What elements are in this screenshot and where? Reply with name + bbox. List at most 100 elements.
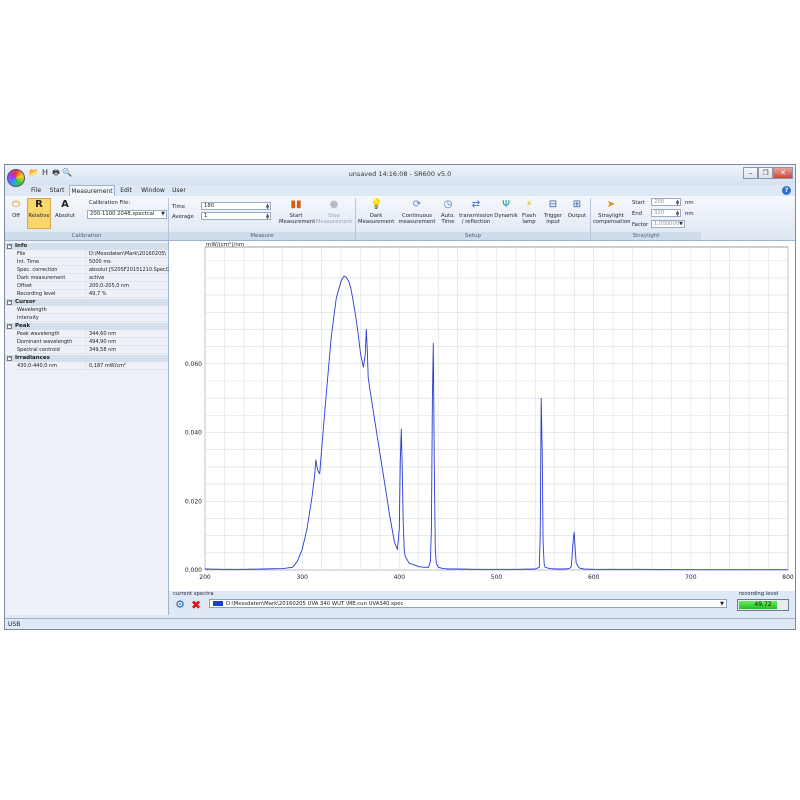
dark-measurement-label: Dark Measurement xyxy=(358,213,395,225)
straylight-start-value: 200 xyxy=(654,199,665,205)
property-key: Intensity xyxy=(17,315,39,321)
property-row: Wavelength xyxy=(15,307,168,314)
start-measurement-button[interactable]: ▮▮ Start Measurement xyxy=(279,199,315,229)
spinner-icon[interactable]: ▲ ▼ xyxy=(675,210,680,217)
calibration-absolut-button[interactable]: A Absolut xyxy=(53,199,77,229)
transmission-reflection-label: transmission / reflection xyxy=(459,213,493,225)
property-row: Offset 200,0-205,0 nm xyxy=(15,283,168,290)
trigger-input-label: Trigger input xyxy=(543,213,563,225)
tab-measurement[interactable]: Measurement xyxy=(69,185,115,196)
stop-measurement-button[interactable]: ● Stop Measurement xyxy=(315,199,353,229)
straylight-compensation-label: Straylight compensation xyxy=(593,213,631,225)
calibration-file-combo[interactable]: 200-1100 2048.spectcal ▼ xyxy=(87,210,167,219)
property-row: Recording level 49,7 % xyxy=(15,291,168,298)
average-input[interactable]: 1 ▲ ▼ xyxy=(201,212,271,220)
transmission-reflection-button[interactable]: ⇄ transmission / reflection xyxy=(459,199,493,229)
property-key: File xyxy=(17,251,26,257)
property-value: 0,187 mW/cm² xyxy=(85,363,171,370)
current-spectrum-select[interactable]: D:\Messdaten\Mark\20160205 UVA 340 WUT \… xyxy=(209,599,727,608)
time-value: 180 xyxy=(204,203,215,209)
window-title: unsaved 14:16:08 - SR600 v5.0 xyxy=(348,170,452,178)
spectrum-color-swatch xyxy=(213,601,223,606)
x-tick-label: 700 xyxy=(685,574,697,581)
relative-icon: R xyxy=(35,199,43,210)
x-tick-label: 400 xyxy=(394,574,406,581)
tab-file[interactable]: File xyxy=(27,185,45,196)
x-tick-label: 800 xyxy=(782,574,794,581)
close-button[interactable]: ✕ xyxy=(773,167,793,179)
straylight-end-value: 320 xyxy=(654,210,665,216)
tab-start[interactable]: Start xyxy=(47,185,67,196)
property-value: 49,7 % xyxy=(85,291,171,298)
straylight-end-input[interactable]: 320 ▲ ▼ xyxy=(651,209,681,217)
group-label-calibration: Calibration xyxy=(5,232,168,240)
x-tick-label: 500 xyxy=(491,574,503,581)
dark-measurement-button[interactable]: 💡 Dark Measurement xyxy=(358,199,394,229)
average-label: Average xyxy=(172,214,194,220)
chevron-down-icon: ▼ xyxy=(720,601,724,607)
continuous-measurement-label: Continuous measurement xyxy=(398,213,436,225)
dynamik-button[interactable]: Ψ Dynamik xyxy=(494,199,518,229)
add-spectrum-icon[interactable]: ⚙ xyxy=(173,598,187,612)
delete-spectrum-icon[interactable]: ✖ xyxy=(189,598,203,612)
spinner-icon[interactable]: ▲ ▼ xyxy=(265,213,270,220)
straylight-start-input[interactable]: 200 ▲ ▼ xyxy=(651,198,681,206)
collapse-icon[interactable]: − xyxy=(7,300,12,305)
tab-edit[interactable]: Edit xyxy=(117,185,135,196)
x-tick-label: 200 xyxy=(199,574,211,581)
stop-measurement-label: Stop Measurement xyxy=(315,213,353,225)
flash-lamp-button[interactable]: ⚡ Flash lamp xyxy=(519,199,539,229)
tab-window[interactable]: Window xyxy=(139,185,167,196)
property-key: 430,0-440,0 nm xyxy=(17,363,58,369)
property-key: Spec. correction xyxy=(17,267,58,273)
property-key: Dominant wavelength xyxy=(17,339,73,345)
collapse-icon[interactable]: − xyxy=(7,324,12,329)
property-row: Spec. correction absolut [520SF20151210.S… xyxy=(15,267,171,274)
y-axis-label: mW/(cm²)/nm xyxy=(206,241,244,248)
panel-section-peak[interactable]: − Peak xyxy=(5,323,168,330)
trigger-input-button[interactable]: ⊟ Trigger input xyxy=(541,199,565,229)
straylight-factor-value: 1,000000 xyxy=(654,221,680,227)
continuous-measurement-button[interactable]: ⟳ Continuous measurement xyxy=(395,199,439,229)
collapse-icon[interactable]: − xyxy=(7,244,12,249)
auto-time-label: Auto. Time xyxy=(441,213,455,225)
time-label: Time xyxy=(172,204,185,210)
group-label-measure: Measure xyxy=(169,232,355,240)
straylight-end-unit: nm xyxy=(685,211,694,217)
spectrum-chart[interactable]: 200 300 400 500 600 700 800 0.000 0.020 0.040 0.06… xyxy=(169,241,795,591)
straylight-end-label: End xyxy=(632,211,643,217)
tab-user[interactable]: User xyxy=(169,185,189,196)
panel-section-title: Cursor xyxy=(15,299,36,305)
off-icon: ⏻ xyxy=(12,199,20,210)
dark-bulb-icon: 💡 xyxy=(370,199,383,210)
property-row: Dark measurement active xyxy=(15,275,168,282)
calibration-relative-button[interactable]: R Relative xyxy=(27,198,51,229)
panel-section-irradiances[interactable]: − Irradiances xyxy=(5,355,168,362)
auto-time-button[interactable]: ◷ Auto. Time xyxy=(439,199,457,229)
collapse-icon[interactable]: − xyxy=(7,356,12,361)
spinner-icon[interactable]: ▲ ▼ xyxy=(265,203,270,210)
minimize-button[interactable]: – xyxy=(743,167,758,179)
straylight-compensation-button[interactable]: ➤ Straylight compensation xyxy=(593,199,631,229)
property-key: Int. Time xyxy=(17,259,40,265)
absolut-icon: A xyxy=(61,199,69,210)
panel-section-info[interactable]: − Info xyxy=(5,243,168,250)
recording-level-meter: 49,72 xyxy=(737,599,789,611)
average-value: 1 xyxy=(204,213,208,219)
bar-chart-icon: ▮▮ xyxy=(290,199,302,210)
group-label-straylight: Straylight xyxy=(591,232,701,240)
property-value: absolut [520SF20151210.SpecC xyxy=(85,267,171,274)
property-key: Recording level xyxy=(17,291,56,297)
spectrum-chart-panel[interactable]: 200 300 400 500 600 700 800 0.000 0.020 0.040 0.06… xyxy=(169,241,795,591)
calibration-off-button[interactable]: ⏻ Off xyxy=(7,199,25,229)
time-input[interactable]: 180 ▲ ▼ xyxy=(201,202,271,210)
help-icon[interactable]: ? xyxy=(782,186,791,195)
trigger-icon: ⊟ xyxy=(548,199,558,210)
spinner-icon[interactable]: ▲ ▼ xyxy=(675,199,680,206)
restore-button[interactable]: ❐ xyxy=(758,167,773,179)
group-label-setup: Setup xyxy=(356,232,590,240)
calibration-off-label: Off xyxy=(12,213,20,219)
panel-section-cursor[interactable]: − Cursor xyxy=(5,299,168,306)
straylight-factor-combo[interactable]: 1,000000 ▼ xyxy=(651,220,685,228)
output-button[interactable]: ⊞ Output xyxy=(566,199,588,229)
